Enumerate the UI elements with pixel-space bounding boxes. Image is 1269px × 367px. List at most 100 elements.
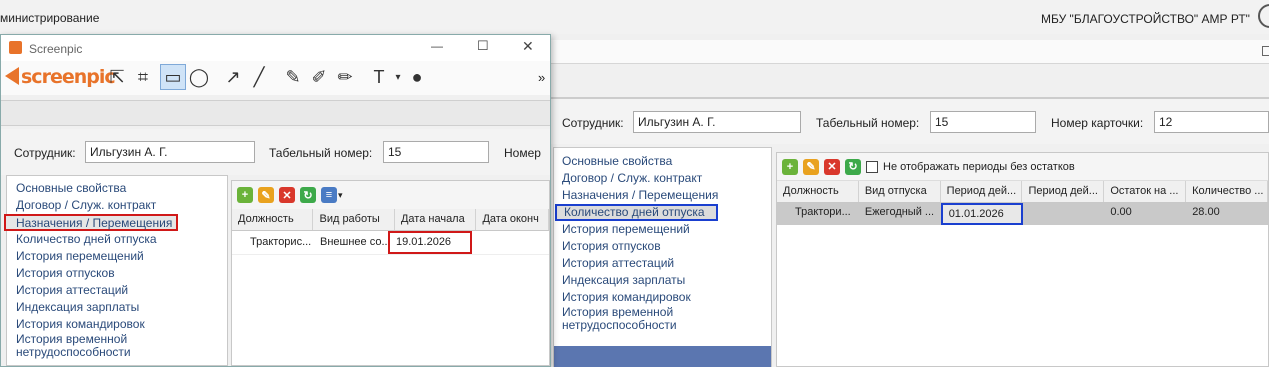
col-end-date[interactable]: Дата оконч <box>476 209 549 230</box>
delete-icon[interactable]: ✕ <box>824 158 840 175</box>
left-employee-header: Сотрудник: Ильгузин А. Г. Табельный номе… <box>1 129 550 175</box>
nav-item-vacation-days[interactable]: Количество дней отпуска <box>555 204 718 221</box>
employee-label: Сотрудник: <box>562 116 624 130</box>
employee-field[interactable]: Ильгузин А. Г. <box>85 141 255 163</box>
nav-blue-bar <box>554 346 771 367</box>
card-field[interactable]: 12 <box>1154 111 1269 133</box>
left-grid-panel: + ✎ ✕ ↻ ≡ ▾ Должность Вид работы Дата на… <box>231 180 550 366</box>
tabnum-label: Табельный номер: <box>816 116 920 130</box>
pen-tool-icon[interactable]: ✎ <box>280 64 306 90</box>
nav-item-salary-indexation[interactable]: Индексация зарплаты <box>7 299 227 316</box>
maximize-button[interactable]: ☐ <box>477 38 489 54</box>
delete-icon[interactable]: ✕ <box>279 187 295 203</box>
right-nav-panel: Основные свойства Договор / Служ. контра… <box>553 147 772 367</box>
marker-tool-icon[interactable]: ✐ <box>306 64 332 90</box>
organization-name: МБУ "БЛАГОУСТРОЙСТВО" АМР РТ" <box>1041 12 1250 26</box>
minimize-button[interactable]: — <box>431 39 443 53</box>
highlighter-tool-icon[interactable]: ✏ <box>332 64 358 90</box>
select-tool-icon[interactable]: ⇱ <box>104 64 130 90</box>
left-table-header: Должность Вид работы Дата начала Дата ок… <box>232 209 549 231</box>
screenpic-toolbar: screenpic ⇱ ⌗ ▭ ◯ ↗ ╱ ✎ ✐ ✏ T ▾ ● » <box>1 61 550 95</box>
nav-item-vacation-days[interactable]: Количество дней отпуска <box>7 231 227 248</box>
screenpic-app-icon <box>9 41 22 54</box>
col-remaining[interactable]: Остаток на ... <box>1104 181 1187 202</box>
screenpic-titlebar: Screenpic — ☐ ✕ <box>1 35 550 61</box>
card-label: Номер <box>504 146 541 160</box>
screenpic-logo: screenpic <box>21 66 116 88</box>
tabnum-label: Табельный номер: <box>269 146 373 160</box>
hide-empty-label: Не отображать периоды без остатков <box>883 160 1075 173</box>
background-window-titlebar <box>550 40 1269 64</box>
nav-item-assignments[interactable]: Назначения / Перемещения <box>4 214 178 231</box>
text-tool-icon[interactable]: T <box>366 64 392 90</box>
cell-period-end <box>1023 203 1105 225</box>
nav-item-contract[interactable]: Договор / Служ. контракт <box>554 170 771 187</box>
col-period-end[interactable]: Период дей... <box>1022 181 1105 202</box>
crop-tool-icon[interactable]: ⌗ <box>130 64 156 90</box>
cell-work-type: Внешнее со... <box>320 236 388 248</box>
nav-item-business-trips[interactable]: История командировок <box>7 316 227 333</box>
table-row[interactable]: Тракторис... Внешнее со... 19.01.2026 <box>232 231 549 255</box>
screenpic-logo-icon <box>5 67 19 85</box>
text-dropdown-icon[interactable]: ▾ <box>392 64 404 90</box>
cell-start-date: 19.01.2026 <box>388 231 472 254</box>
screenpic-window: Screenpic — ☐ ✕ screenpic ⇱ ⌗ ▭ ◯ ↗ ╱ ✎ … <box>0 34 551 367</box>
nav-item-assignments[interactable]: Назначения / Перемещения <box>554 187 771 204</box>
nav-item-sick-leave[interactable]: История временной нетрудоспособности <box>7 333 157 361</box>
captured-toolbar <box>1 100 550 126</box>
right-table-header: Должность Вид отпуска Период дей... Пери… <box>777 181 1268 203</box>
app-title: министрирование <box>0 11 100 25</box>
card-label: Номер карточки: <box>1051 116 1144 130</box>
nav-item-attestation-history[interactable]: История аттестаций <box>554 255 771 272</box>
col-vacation-type[interactable]: Вид отпуска <box>859 181 941 202</box>
cell-position: Трактори... <box>795 206 851 218</box>
nav-item-business-trips[interactable]: История командировок <box>554 289 771 306</box>
nav-item-salary-indexation[interactable]: Индексация зарплаты <box>554 272 771 289</box>
cell-period-start: 01.01.2026 <box>940 203 1023 225</box>
print-icon[interactable]: ≡ <box>321 187 337 203</box>
blur-tool-icon[interactable]: ● <box>404 64 430 90</box>
hide-empty-checkbox[interactable] <box>866 160 878 173</box>
add-icon[interactable]: + <box>782 158 798 175</box>
col-start-date[interactable]: Дата начала <box>395 209 477 230</box>
nav-item-transfer-history[interactable]: История перемещений <box>7 248 227 265</box>
cell-remaining: 0.00 <box>1110 206 1132 218</box>
right-employee-header: Сотрудник: Ильгузин А. Г. Табельный номе… <box>551 98 1269 144</box>
nav-item-main-properties[interactable]: Основные свойства <box>7 180 227 197</box>
table-row[interactable]: Трактори... Ежегодный ... 01.01.2026 0.0… <box>777 203 1268 225</box>
right-grid-panel: + ✎ ✕ ↻ Не отображать периоды без остатк… <box>776 152 1269 367</box>
col-work-type[interactable]: Вид работы <box>313 209 395 230</box>
employee-label: Сотрудник: <box>14 146 76 160</box>
more-tools-button[interactable]: » <box>538 70 545 85</box>
col-period-start[interactable]: Период дей... <box>941 181 1023 202</box>
screenpic-title: Screenpic <box>29 42 83 56</box>
line-tool-icon[interactable]: ╱ <box>246 64 272 90</box>
tabnum-field[interactable]: 15 <box>383 141 489 163</box>
ellipse-tool-icon[interactable]: ◯ <box>186 64 212 90</box>
refresh-icon[interactable]: ↻ <box>845 158 861 175</box>
rectangle-tool-icon[interactable]: ▭ <box>160 64 186 90</box>
employee-field[interactable]: Ильгузин А. Г. <box>633 111 801 133</box>
add-icon[interactable]: + <box>237 187 253 203</box>
col-position[interactable]: Должность <box>777 181 859 202</box>
close-button[interactable]: ✕ <box>522 38 534 55</box>
arrow-tool-icon[interactable]: ↗ <box>220 64 246 90</box>
nav-item-main-properties[interactable]: Основные свойства <box>554 153 771 170</box>
refresh-icon[interactable]: ↻ <box>300 187 316 203</box>
nav-item-transfer-history[interactable]: История перемещений <box>554 221 771 238</box>
edit-icon[interactable]: ✎ <box>803 158 819 175</box>
print-dropdown-icon[interactable]: ▾ <box>338 190 343 201</box>
edit-icon[interactable]: ✎ <box>258 187 274 203</box>
restore-icon[interactable] <box>1262 46 1269 56</box>
nav-item-vacation-history[interactable]: История отпусков <box>7 265 227 282</box>
col-position[interactable]: Должность <box>232 209 314 230</box>
nav-item-attestation-history[interactable]: История аттестаций <box>7 282 227 299</box>
cell-position: Тракторис... <box>250 236 312 248</box>
col-count[interactable]: Количество ... <box>1186 181 1268 202</box>
user-icon[interactable] <box>1258 4 1269 28</box>
right-grid-toolbar: + ✎ ✕ ↻ Не отображать периоды без остатк… <box>777 153 1268 181</box>
nav-item-vacation-history[interactable]: История отпусков <box>554 238 771 255</box>
tabnum-field[interactable]: 15 <box>930 111 1036 133</box>
nav-item-sick-leave[interactable]: История временной нетрудоспособности <box>554 306 704 334</box>
nav-item-contract[interactable]: Договор / Служ. контракт <box>7 197 227 214</box>
